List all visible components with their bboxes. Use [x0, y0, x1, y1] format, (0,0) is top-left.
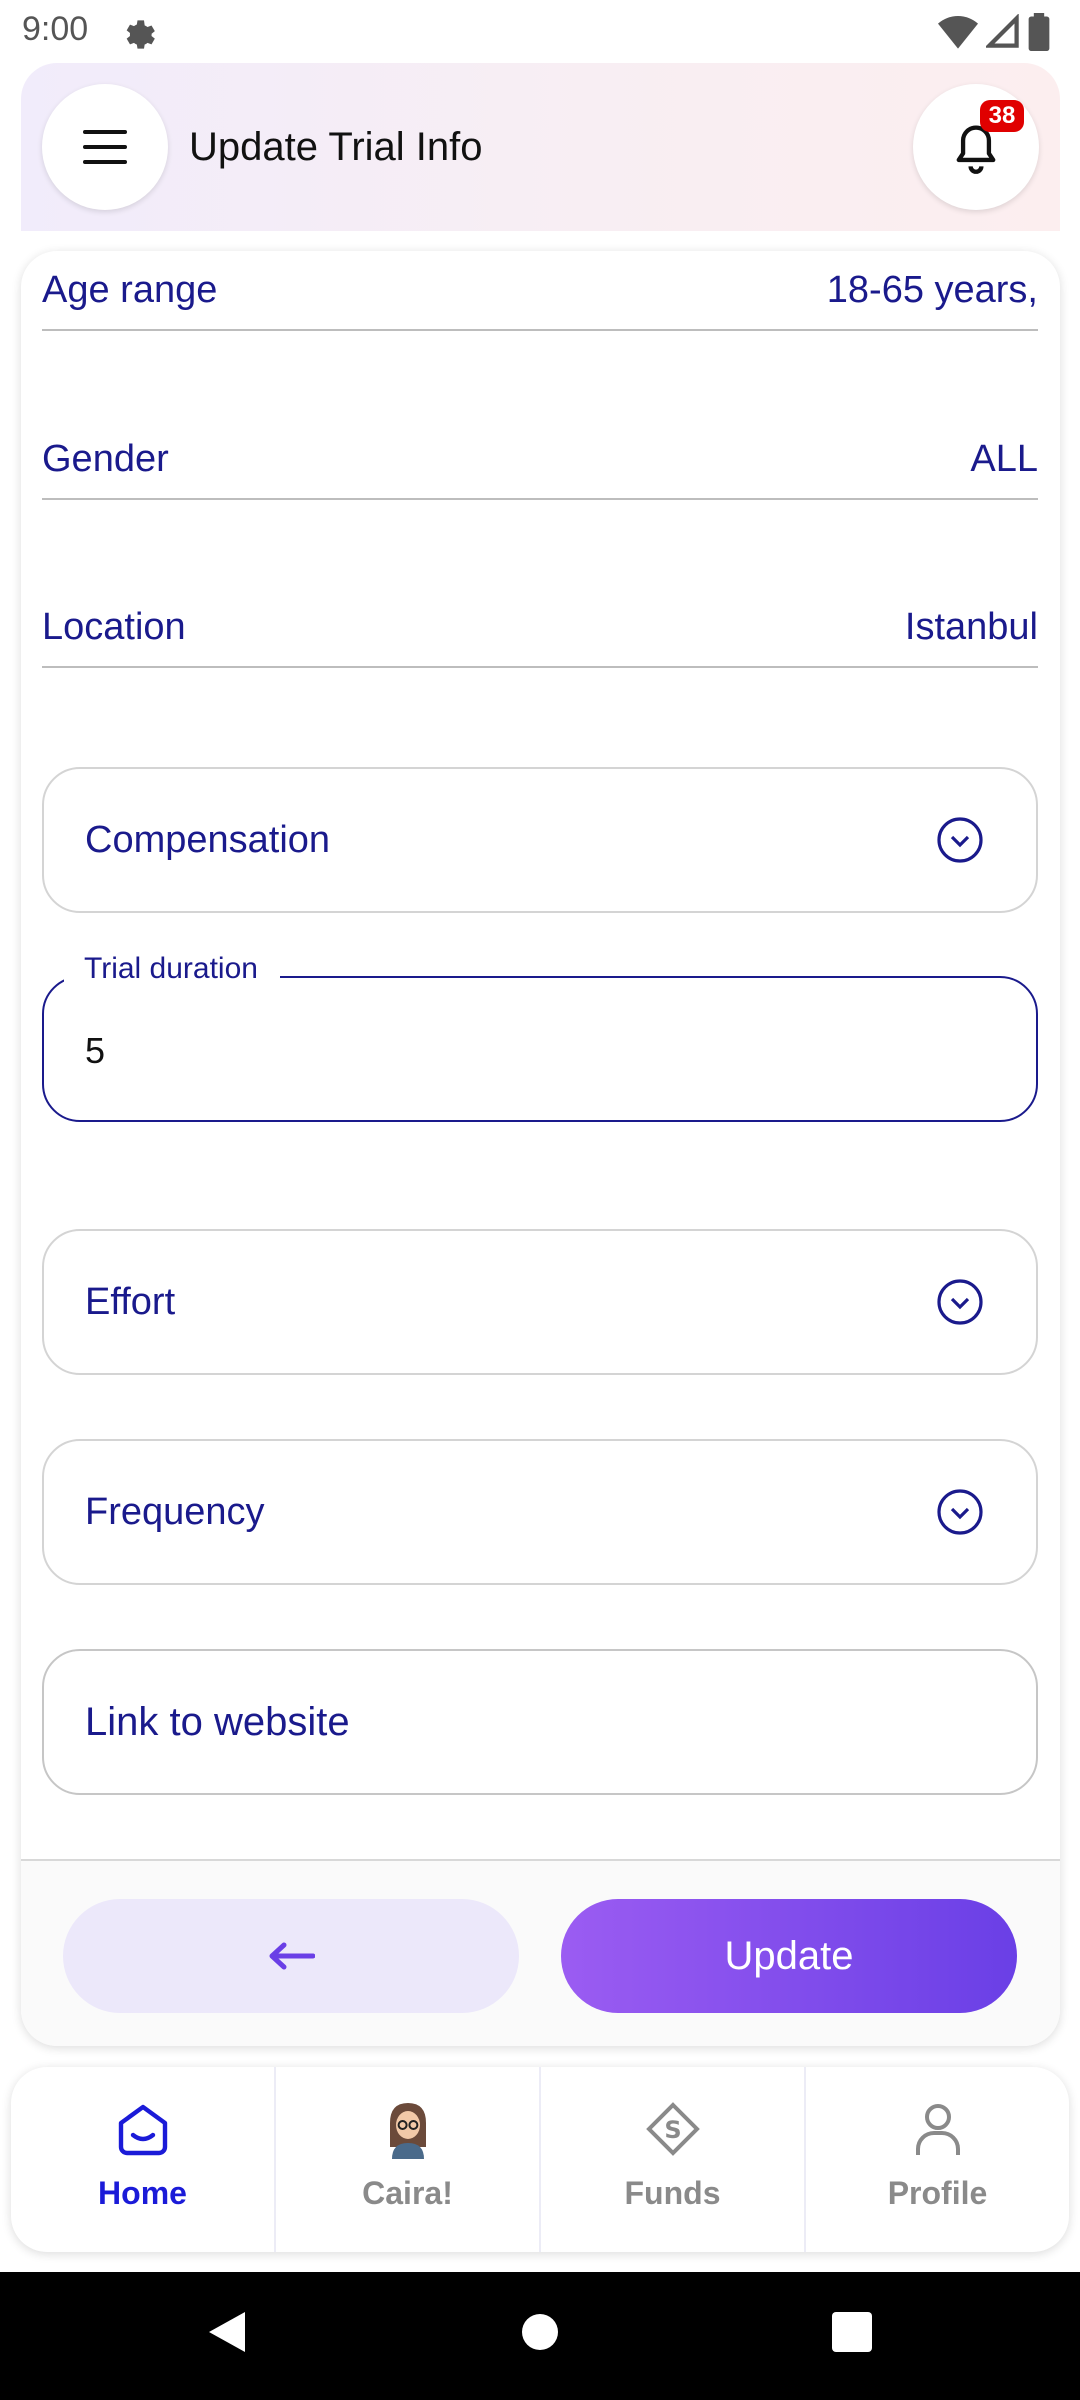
wifi-icon	[938, 16, 978, 49]
gender-value: ALL	[970, 437, 1038, 480]
tab-profile-label: Profile	[887, 2175, 988, 2211]
age-range-label: Age range	[42, 268, 218, 311]
compensation-label: Compensation	[85, 818, 331, 861]
funds-icon: S	[645, 2102, 700, 2156]
home-icon	[118, 2104, 167, 2156]
website-link-input[interactable]: Link to website	[42, 1649, 1038, 1795]
tab-caira-label: Caira!	[362, 2175, 453, 2211]
chevron-down-icon	[937, 1279, 983, 1325]
form-footer: Update	[21, 1859, 1060, 2046]
effort-dropdown[interactable]: Effort	[42, 1229, 1038, 1375]
gender-label: Gender	[42, 437, 169, 480]
app-header: Update Trial Info 38	[21, 63, 1060, 231]
back-button[interactable]	[63, 1899, 519, 2013]
page-title: Update Trial Info	[189, 125, 483, 169]
effort-label: Effort	[85, 1280, 176, 1323]
home-circle-icon[interactable]	[520, 2308, 560, 2356]
notification-count-badge: 38	[980, 100, 1024, 132]
trial-info-form: Age range 18-65 years, Gender ALL Locati…	[21, 251, 1060, 2046]
location-row[interactable]: Location Istanbul	[42, 588, 1038, 668]
trial-duration-label: Trial duration	[64, 952, 280, 986]
tab-funds[interactable]: S Funds	[539, 2067, 804, 2252]
settings-gear-icon	[126, 20, 155, 49]
location-label: Location	[42, 605, 186, 648]
tab-funds-label: Funds	[624, 2175, 721, 2211]
signal-icon	[986, 14, 1019, 48]
tab-profile[interactable]: Profile	[804, 2067, 1069, 2252]
menu-button[interactable]	[42, 84, 168, 210]
back-triangle-icon[interactable]	[205, 2308, 249, 2356]
chevron-down-icon	[937, 1489, 983, 1535]
battery-icon	[1028, 13, 1050, 51]
system-navigation-bar	[0, 2272, 1080, 2400]
chevron-down-icon	[937, 817, 983, 863]
location-value: Istanbul	[904, 605, 1038, 648]
notifications-button[interactable]: 38	[913, 84, 1039, 210]
recents-square-icon[interactable]	[830, 2308, 874, 2356]
compensation-dropdown[interactable]: Compensation	[42, 767, 1038, 913]
age-range-value: 18-65 years,	[826, 268, 1038, 311]
frequency-label: Frequency	[85, 1490, 265, 1533]
website-link-placeholder: Link to website	[85, 1699, 350, 1744]
gender-row[interactable]: Gender ALL	[42, 420, 1038, 500]
tab-home[interactable]: Home	[11, 2067, 274, 2252]
bottom-tab-bar: Home Caira! S Funds Profile	[11, 2067, 1069, 2252]
trial-duration-field[interactable]: Trial duration 5	[42, 952, 1038, 1122]
tab-caira[interactable]: Caira!	[274, 2067, 539, 2252]
tab-home-label: Home	[98, 2175, 187, 2211]
status-bar: 9:00	[0, 0, 1080, 62]
hamburger-menu-icon	[83, 130, 127, 164]
profile-icon	[915, 2104, 960, 2155]
status-time: 9:00	[22, 10, 89, 48]
arrow-left-icon	[269, 1942, 315, 1970]
trial-duration-value: 5	[85, 1030, 106, 1071]
update-button[interactable]: Update	[561, 1899, 1017, 2013]
frequency-dropdown[interactable]: Frequency	[42, 1439, 1038, 1585]
age-range-row[interactable]: Age range 18-65 years,	[42, 251, 1038, 331]
avatar-icon	[389, 2103, 426, 2159]
svg-text:S: S	[664, 2116, 681, 2144]
